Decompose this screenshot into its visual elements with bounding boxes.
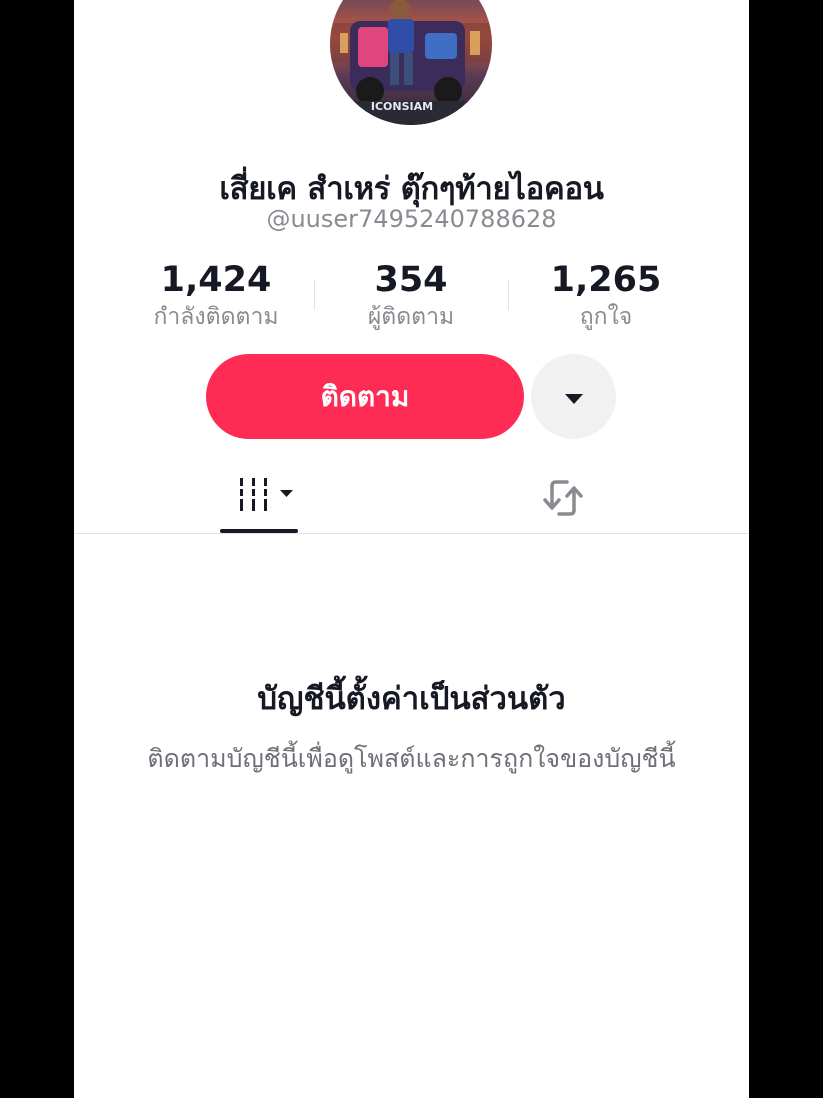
following-label: กำลังติดตาม	[153, 304, 279, 330]
profile-screen: ICONSIAM เสี่ยเค สำเหร่ ตุ๊กๆท้ายไอคอน @…	[74, 0, 749, 1098]
tab-reposts[interactable]	[527, 462, 599, 534]
avatar-image: ICONSIAM	[330, 0, 492, 125]
tab-videos[interactable]	[220, 462, 298, 534]
caret-down-icon	[565, 394, 583, 404]
following-count: 1,424	[160, 260, 272, 300]
stat-likes[interactable]: 1,265 ถูกใจ	[506, 258, 706, 332]
stat-followers[interactable]: 354 ผู้ติดตาม	[311, 258, 511, 332]
avatar[interactable]: ICONSIAM	[330, 0, 492, 125]
private-account-title: บัญชีนี้ตั้งค่าเป็นส่วนตัว	[257, 681, 566, 717]
repost-icon	[543, 480, 583, 516]
follow-button[interactable]: ติดตาม	[206, 354, 524, 439]
followers-label: ผู้ติดตาม	[367, 304, 455, 330]
private-account-description: ติดตามบัญชีนี้เพื่อดูโพสต์และการถูกใจของ…	[147, 744, 676, 773]
avatar-caption: ICONSIAM	[371, 100, 433, 113]
username: @uuser7495240788628	[266, 205, 557, 233]
video-grid-icon	[240, 478, 293, 511]
likes-label: ถูกใจ	[579, 304, 633, 330]
stat-following[interactable]: 1,424 กำลังติดตาม	[116, 258, 316, 332]
suggested-accounts-button[interactable]	[531, 354, 616, 439]
tabs-divider	[74, 533, 749, 534]
likes-count: 1,265	[550, 260, 662, 300]
followers-count: 354	[374, 260, 448, 300]
